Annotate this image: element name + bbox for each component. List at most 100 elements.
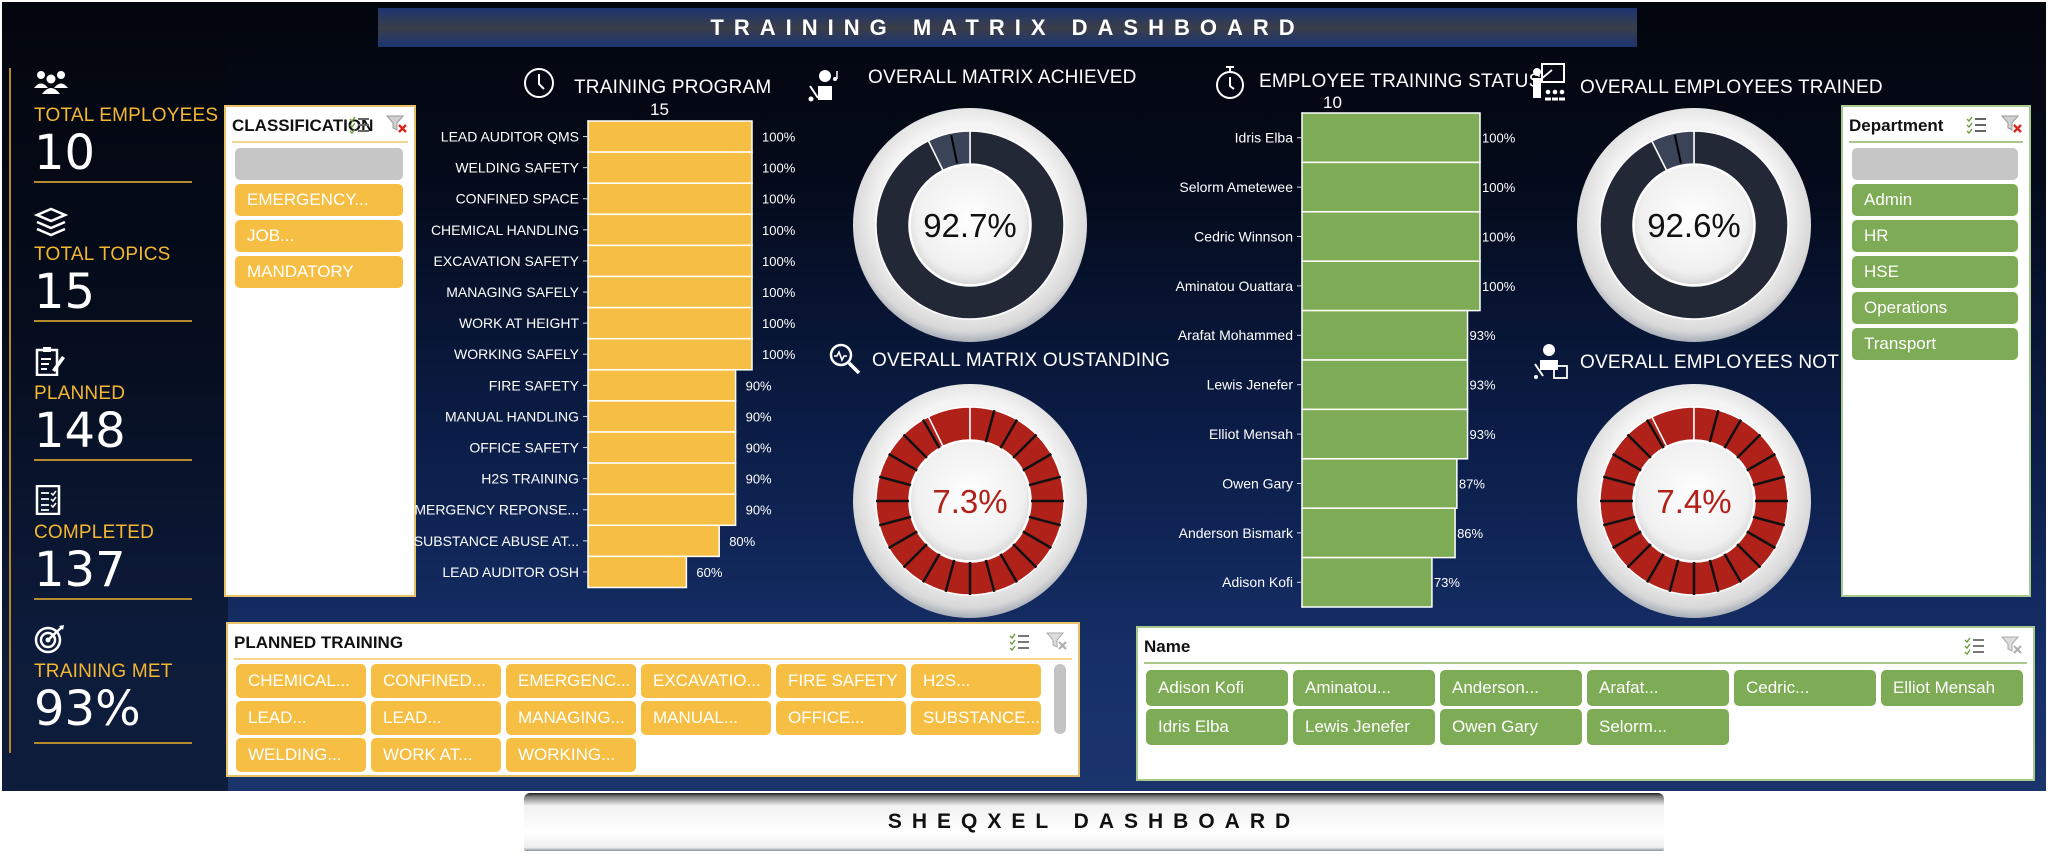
slicer-item[interactable]: WORKING... [506, 738, 636, 772]
kpi-value: 10 [34, 125, 96, 181]
bar [587, 400, 737, 433]
kpi-sidebar: TOTAL EMPLOYEES 10 TOTAL TOPICS 15 PLANN… [2, 2, 228, 791]
slicer-item[interactable]: EMERGENCY... [235, 184, 403, 216]
training-program-count: 15 [650, 100, 669, 119]
bar [1301, 260, 1481, 312]
slicer-title: Name [1144, 637, 1191, 656]
training-program-chart: LEAD AUDITOR QMS 100% WELDING SAFETY 100% CO… [405, 120, 796, 589]
divider [34, 181, 192, 183]
clear-filter-icon[interactable] [2001, 635, 2023, 655]
data-label: 73% [1434, 575, 1460, 590]
slicer-item[interactable]: Elliot Mensah [1881, 670, 2023, 706]
bar [587, 555, 688, 589]
bar [587, 462, 737, 495]
slicer-item[interactable]: Anderson... [1440, 670, 1582, 706]
slicer-item[interactable]: OFFICE... [776, 701, 906, 735]
slicer-item[interactable]: Cedric... [1734, 670, 1876, 706]
slicer-item[interactable]: Transport [1852, 328, 2018, 360]
donut-center-label: 92.7% [923, 207, 1017, 244]
clear-filter-icon[interactable] [1046, 631, 1068, 651]
multi-select-icon[interactable] [348, 114, 370, 134]
slicer-item[interactable]: MANUAL... [641, 701, 771, 735]
donut-center-label: 7.4% [1656, 483, 1731, 520]
planned-training-slicer: PLANNED TRAINING CHEMICAL... CONFINED... E… [226, 622, 1080, 777]
slicer-item[interactable]: FIRE SAFETY [776, 664, 906, 698]
divider [34, 320, 192, 322]
slicer-item[interactable]: Operations [1852, 292, 2018, 324]
category-label: LEAD AUDITOR QMS [441, 128, 579, 144]
slicer-item[interactable]: CONFINED... [371, 664, 501, 698]
slicer-item[interactable]: MANDATORY [235, 256, 403, 288]
slicer-item[interactable]: WELDING... [236, 738, 366, 772]
slicer-header-divider [234, 658, 1072, 660]
slicer-header-divider [1144, 662, 2027, 664]
training-program-title: TRAINING PROGRAM [574, 77, 772, 98]
category-label: WORK AT HEIGHT [459, 315, 579, 331]
slicer-item[interactable]: Idris Elba [1146, 709, 1288, 745]
presenter-icon [1533, 63, 1565, 101]
category-label: MANAGING SAFELY [446, 284, 579, 300]
slicer-item[interactable]: CHEMICAL... [236, 664, 366, 698]
category-label: SUBSTANCE ABUSE AT... [414, 533, 579, 549]
clock-icon [524, 68, 554, 98]
slicer-item[interactable]: LEAD... [371, 701, 501, 735]
bar [587, 337, 753, 371]
category-label: Elliot Mensah [1209, 426, 1293, 442]
slicer-item[interactable]: SUBSTANCE... [911, 701, 1041, 735]
data-label: 100% [762, 285, 796, 300]
planned-slicer-scrollbar[interactable] [1054, 664, 1066, 734]
kpi-total-employees: TOTAL EMPLOYEES 10 [34, 68, 218, 183]
slicer-item[interactable]: WORK AT... [371, 738, 501, 772]
bar [587, 431, 737, 464]
employee-status-chart: Idris Elba 100% Selorm Ametewee 100% Cedric … [1175, 112, 1516, 608]
category-label: Idris Elba [1235, 130, 1294, 146]
slicer-item[interactable]: LEAD... [236, 701, 366, 735]
slicer-item-blank[interactable] [235, 148, 403, 180]
slicer-item[interactable]: Adison Kofi [1146, 670, 1288, 706]
slicer-item-blank[interactable] [1852, 148, 2018, 180]
category-label: EMERGENCY REPONSE... [405, 502, 579, 518]
bar [587, 120, 753, 153]
category-label: CHEMICAL HANDLING [431, 222, 579, 238]
multi-select-icon[interactable] [1965, 114, 1987, 134]
multi-select-icon[interactable] [1008, 631, 1030, 651]
divider [34, 598, 192, 600]
multi-select-icon[interactable] [1963, 635, 1985, 655]
slicer-item[interactable]: HSE [1852, 256, 2018, 288]
slicer-item[interactable]: EXCAVATIO... [641, 664, 771, 698]
employee-status-title: EMPLOYEE TRAINING STATUS [1259, 71, 1542, 92]
data-label: 100% [762, 129, 796, 144]
bar [1301, 359, 1469, 411]
category-label: LEAD AUDITOR OSH [442, 564, 579, 580]
slicer-item[interactable]: Aminatou... [1293, 670, 1435, 706]
data-label: 90% [746, 503, 772, 518]
category-label: CONFINED SPACE [456, 191, 579, 207]
bar [1301, 408, 1469, 460]
kpi-training-met: TRAINING MET 93% [34, 624, 214, 744]
slicer-item[interactable]: Lewis Jenefer [1293, 709, 1435, 745]
kpi-label: PLANNED [34, 383, 126, 404]
bar [1301, 556, 1433, 608]
data-label: 100% [762, 192, 796, 207]
department-slicer: Department Admin HR HSE Operations Trans… [1841, 105, 2031, 597]
slicer-item[interactable]: H2S... [911, 664, 1041, 698]
bar [1301, 161, 1481, 213]
slicer-item[interactable]: EMERGENC... [506, 664, 636, 698]
data-label: 100% [762, 223, 796, 238]
divider [34, 459, 192, 461]
category-label: H2S TRAINING [481, 471, 579, 487]
slicer-item[interactable]: Owen Gary [1440, 709, 1582, 745]
slicer-item[interactable]: MANAGING... [506, 701, 636, 735]
bar [587, 182, 753, 216]
slicer-item[interactable]: Selorm... [1587, 709, 1729, 745]
slicer-item[interactable]: HR [1852, 220, 2018, 252]
slicer-item[interactable]: Arafat... [1587, 670, 1729, 706]
slicer-item[interactable]: Admin [1852, 184, 2018, 216]
donut-center-label: 92.6% [1647, 207, 1741, 244]
data-label: 80% [729, 534, 755, 549]
data-label: 100% [762, 347, 796, 362]
bar [1301, 211, 1481, 262]
data-label: 87% [1459, 476, 1485, 491]
clear-filter-icon[interactable] [2001, 114, 2023, 134]
slicer-item[interactable]: JOB... [235, 220, 403, 252]
